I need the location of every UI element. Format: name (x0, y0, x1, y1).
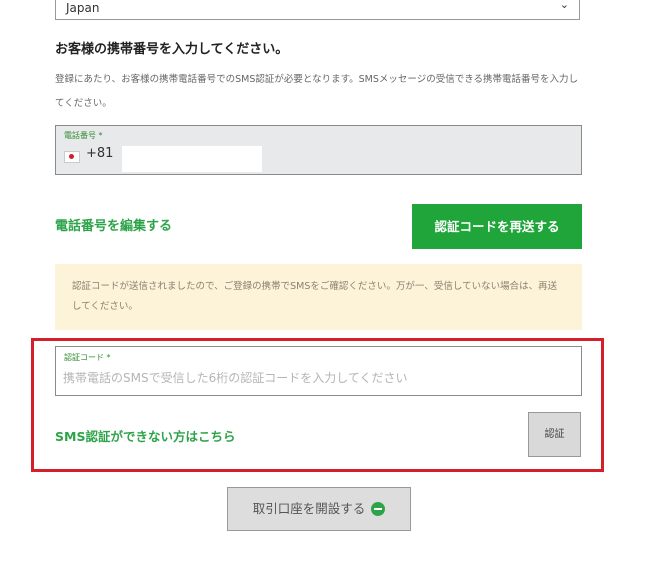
open-account-button[interactable]: 取引口座を開設する (227, 487, 411, 531)
phone-number-masked (122, 146, 262, 172)
edit-phone-link[interactable]: 電話番号を編集する (55, 215, 172, 234)
country-code: +81 (86, 146, 114, 161)
arrow-circle-icon (371, 501, 386, 516)
verify-button[interactable]: 認証 (528, 412, 581, 457)
chevron-down-icon: ⌄ (559, 0, 569, 11)
verification-code-field[interactable]: 認証コード * (55, 346, 582, 396)
phone-field-label: 電話番号 * (64, 131, 103, 140)
open-account-label: 取引口座を開設する (252, 501, 366, 516)
sms-sent-notice: 認証コードが送信されましたので、ご登録の携帯でSMSをご確認ください。万が一、受… (55, 264, 582, 330)
sms-section-description: 登録にあたり、お客様の携帯電話番号でのSMS認証が必要となります。SMSメッセー… (55, 74, 579, 109)
phone-number-field[interactable]: 電話番号 * +81 (55, 125, 582, 175)
resend-code-button[interactable]: 認証コードを再送する (412, 204, 582, 249)
country-select[interactable]: Japan ⌄ (55, 0, 580, 20)
japan-flag-icon (64, 151, 80, 163)
country-select-value: Japan (66, 1, 100, 15)
verification-code-input[interactable] (63, 367, 568, 389)
sms-section-title: お客様の携帯番号を入力してください。 (55, 42, 289, 57)
sms-help-link[interactable]: SMS認証ができない方はこちら (55, 426, 235, 445)
code-field-label: 認証コード * (64, 353, 111, 362)
